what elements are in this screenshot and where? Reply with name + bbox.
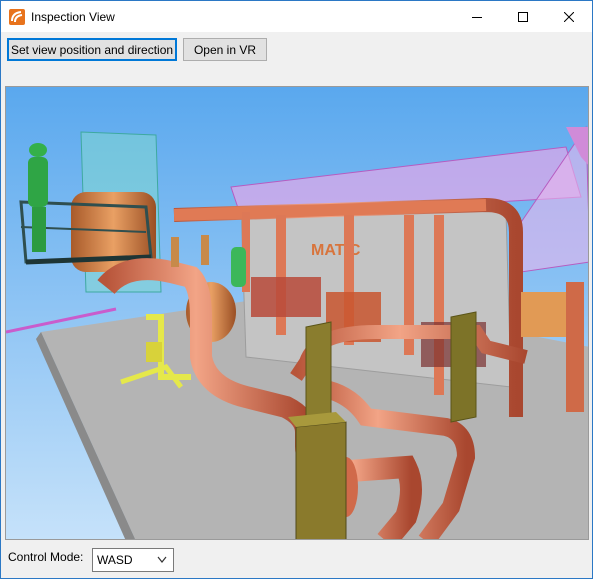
chevron-down-icon <box>157 556 167 563</box>
window-title: Inspection View <box>31 10 115 24</box>
close-button[interactable] <box>546 1 592 32</box>
minimize-button[interactable] <box>454 1 500 32</box>
3d-scene: MATIC <box>6 87 588 539</box>
control-mode-value: WASD <box>97 553 133 567</box>
set-view-position-button[interactable]: Set view position and direction <box>7 38 177 61</box>
control-mode-label: Control Mode: <box>8 550 84 564</box>
app-logo-icon <box>9 9 25 25</box>
close-icon <box>564 11 574 22</box>
person-figure <box>29 143 47 157</box>
control-mode-select[interactable]: WASD <box>92 548 174 572</box>
open-in-vr-button[interactable]: Open in VR <box>183 38 267 61</box>
3d-viewport[interactable]: MATIC <box>5 86 589 540</box>
structural-column-front <box>295 421 347 539</box>
structural-column <box>450 311 477 423</box>
maximize-button[interactable] <box>500 1 546 32</box>
maximize-icon <box>518 11 528 22</box>
inspection-window: Inspection View Set view position and di… <box>0 0 593 579</box>
minimize-icon <box>472 16 482 18</box>
title-bar[interactable]: Inspection View <box>1 1 592 32</box>
